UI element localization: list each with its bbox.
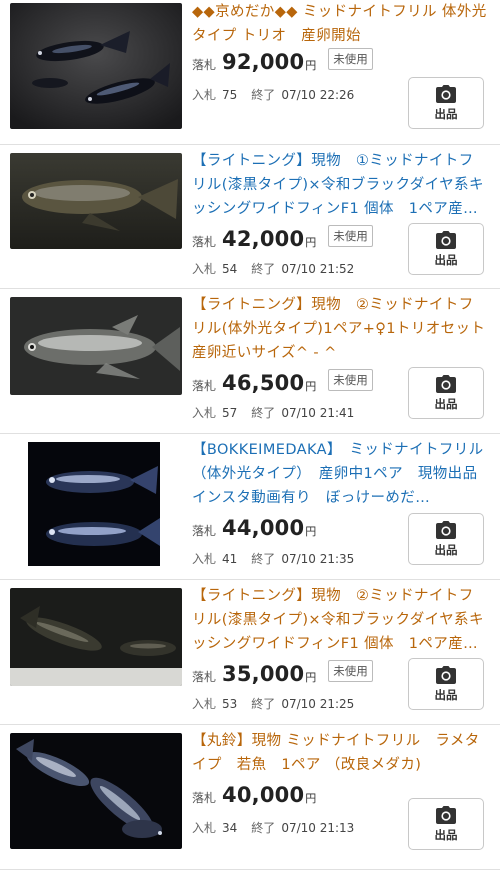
item-meta: 入札 41 終了 07/10 21:35 [192, 550, 368, 567]
end-label: 終了 [251, 697, 276, 711]
item-meta: 入札 75 終了 07/10 22:26 [192, 86, 368, 103]
condition-badge: 未使用 [328, 225, 373, 247]
list-button-label: 出品 [434, 106, 458, 121]
auction-result-list: ◆◆京めだか◆◆ ミッドナイトフリル 体外光タイプ トリオ 産卵開始 落札 92… [0, 0, 500, 870]
list-item[interactable]: 【BOKKEIMEDAKA】 ミッドナイトフリル（体外光タイプ） 産卵中1ペア … [0, 434, 500, 580]
end-label: 終了 [251, 262, 276, 276]
item-meta: 入札 34 終了 07/10 21:13 [192, 819, 368, 836]
camera-icon [436, 230, 456, 249]
end-time: 07/10 21:52 [281, 262, 355, 276]
price-label: 落札 [192, 58, 217, 72]
price-row: 落札 42,000 円 未使用 [192, 225, 373, 251]
price-label: 落札 [192, 670, 217, 684]
end-time: 07/10 21:13 [281, 821, 355, 835]
winning-price: 92,000 [222, 50, 305, 74]
item-title[interactable]: 【BOKKEIMEDAKA】 ミッドナイトフリル（体外光タイプ） 産卵中1ペア … [192, 438, 488, 510]
item-thumbnail[interactable] [10, 3, 182, 129]
condition-badge: 未使用 [328, 369, 373, 391]
end-label: 終了 [251, 406, 276, 420]
camera-icon [436, 665, 456, 684]
end-time: 07/10 22:26 [281, 88, 355, 102]
bids-label: 入札 [192, 697, 217, 711]
bids-label: 入札 [192, 552, 217, 566]
bids-label: 入札 [192, 821, 217, 835]
camera-icon [436, 520, 456, 539]
list-item[interactable]: 【ライトニング】現物 ①ミッドナイトフリル(漆黒タイプ)×令和ブラックダイヤ系キ… [0, 145, 500, 289]
list-button-label: 出品 [434, 396, 458, 411]
list-similar-button[interactable]: 出品 [408, 223, 484, 275]
bids-label: 入札 [192, 406, 217, 420]
price-label: 落札 [192, 379, 217, 393]
camera-icon [436, 374, 456, 393]
price-row: 落札 44,000 円 [192, 516, 316, 540]
list-button-label: 出品 [434, 687, 458, 702]
list-similar-button[interactable]: 出品 [408, 658, 484, 710]
yen-unit: 円 [305, 792, 317, 805]
bid-count: 75 [222, 88, 238, 102]
winning-price: 42,000 [222, 227, 305, 251]
yen-unit: 円 [305, 671, 317, 684]
bid-count: 34 [222, 821, 238, 835]
price-row: 落札 92,000 円 未使用 [192, 48, 373, 74]
end-time: 07/10 21:35 [281, 552, 355, 566]
end-time: 07/10 21:41 [281, 406, 355, 420]
camera-icon [436, 84, 456, 103]
item-thumbnail[interactable] [10, 442, 182, 566]
yen-unit: 円 [305, 380, 317, 393]
end-time: 07/10 21:25 [281, 697, 355, 711]
end-label: 終了 [251, 821, 276, 835]
end-label: 終了 [251, 88, 276, 102]
price-label: 落札 [192, 235, 217, 249]
bid-count: 57 [222, 406, 238, 420]
condition-badge: 未使用 [328, 660, 373, 682]
list-button-label: 出品 [434, 252, 458, 267]
list-similar-button[interactable]: 出品 [408, 367, 484, 419]
bid-count: 41 [222, 552, 238, 566]
item-meta: 入札 54 終了 07/10 21:52 [192, 260, 368, 277]
winning-price: 46,500 [222, 371, 305, 395]
item-thumbnail[interactable] [10, 153, 182, 249]
item-title[interactable]: 【ライトニング】現物 ②ミッドナイトフリル(体外光タイプ)1ペア+♀1トリオセッ… [192, 293, 488, 365]
list-item[interactable]: 【ライトニング】現物 ②ミッドナイトフリル(体外光タイプ)1ペア+♀1トリオセッ… [0, 289, 500, 434]
yen-unit: 円 [305, 236, 317, 249]
yen-unit: 円 [305, 59, 317, 72]
item-thumbnail[interactable] [10, 588, 182, 686]
winning-price: 44,000 [222, 516, 305, 540]
end-label: 終了 [251, 552, 276, 566]
item-thumbnail[interactable] [10, 297, 182, 395]
item-thumbnail[interactable] [10, 733, 182, 849]
item-meta: 入札 53 終了 07/10 21:25 [192, 695, 368, 712]
list-button-label: 出品 [434, 827, 458, 842]
price-label: 落札 [192, 524, 217, 538]
list-item[interactable]: 【丸鈴】現物 ミッドナイトフリル ラメタイプ 若魚 1ペア （改良メダカ) 落札… [0, 725, 500, 870]
yen-unit: 円 [305, 525, 317, 538]
item-title[interactable]: ◆◆京めだか◆◆ ミッドナイトフリル 体外光タイプ トリオ 産卵開始 [192, 0, 488, 48]
bid-count: 54 [222, 262, 238, 276]
item-title[interactable]: 【丸鈴】現物 ミッドナイトフリル ラメタイプ 若魚 1ペア （改良メダカ) [192, 729, 488, 777]
item-title[interactable]: 【ライトニング】現物 ①ミッドナイトフリル(漆黒タイプ)×令和ブラックダイヤ系キ… [192, 149, 488, 221]
winning-price: 40,000 [222, 783, 305, 807]
price-row: 落札 35,000 円 未使用 [192, 660, 373, 686]
item-meta: 入札 57 終了 07/10 21:41 [192, 404, 368, 421]
item-title[interactable]: 【ライトニング】現物 ②ミッドナイトフリル(漆黒タイプ)×令和ブラックダイヤ系キ… [192, 584, 488, 656]
price-row: 落札 40,000 円 [192, 783, 316, 807]
list-similar-button[interactable]: 出品 [408, 513, 484, 565]
price-row: 落札 46,500 円 未使用 [192, 369, 373, 395]
camera-icon [436, 805, 456, 824]
bids-label: 入札 [192, 88, 217, 102]
bids-label: 入札 [192, 262, 217, 276]
bid-count: 53 [222, 697, 238, 711]
list-item[interactable]: 【ライトニング】現物 ②ミッドナイトフリル(漆黒タイプ)×令和ブラックダイヤ系キ… [0, 580, 500, 725]
list-item[interactable]: ◆◆京めだか◆◆ ミッドナイトフリル 体外光タイプ トリオ 産卵開始 落札 92… [0, 0, 500, 145]
list-similar-button[interactable]: 出品 [408, 77, 484, 129]
list-button-label: 出品 [434, 542, 458, 557]
condition-badge: 未使用 [328, 48, 373, 70]
price-label: 落札 [192, 791, 217, 805]
winning-price: 35,000 [222, 662, 305, 686]
list-similar-button[interactable]: 出品 [408, 798, 484, 850]
